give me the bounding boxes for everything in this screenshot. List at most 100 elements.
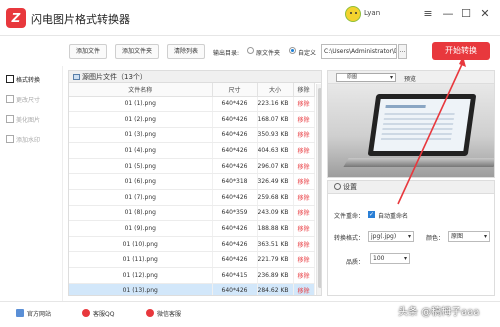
file-name-cell: 01 (4).png — [69, 142, 213, 159]
file-name-cell: 01 (5).png — [69, 158, 213, 175]
remove-link[interactable]: 移除 — [293, 251, 315, 269]
remove-link[interactable]: 移除 — [293, 111, 315, 128]
file-name-cell: 01 (13).png — [69, 283, 213, 295]
column-header[interactable]: 尺寸 — [212, 83, 258, 97]
sidebar-item-format-convert[interactable]: 格式转换 — [6, 74, 62, 88]
table-row[interactable]: 01 (6).png 640*318 326.49 KB 移除 — [69, 173, 315, 191]
preview-label: 预览 — [404, 76, 417, 83]
settings-title: 设置 — [343, 183, 357, 191]
auto-rename-label[interactable]: 自动重命名 — [378, 211, 408, 220]
custom-dir-label[interactable]: 自定义 — [298, 48, 316, 57]
remove-link[interactable]: 移除 — [293, 236, 315, 253]
preview-image — [328, 84, 494, 177]
hamburger-icon[interactable]: ≡ — [421, 7, 435, 21]
chevron-down-icon: ▾ — [403, 255, 407, 262]
file-size-cell: 350.93 KB — [257, 127, 294, 144]
file-list-title: 源图片文件（13个） — [82, 73, 147, 81]
remove-link[interactable]: 移除 — [293, 283, 315, 295]
remove-link[interactable]: 移除 — [293, 205, 315, 222]
remove-link[interactable]: 移除 — [293, 96, 315, 113]
user-name[interactable]: Lyan — [364, 9, 380, 17]
file-list-panel: 源图片文件（13个） 文件名称 尺寸 大小 移除 01 (1).png 640*4… — [68, 70, 322, 296]
format-label: 转换格式： — [334, 235, 365, 242]
remove-link[interactable]: 移除 — [293, 220, 315, 237]
table-row[interactable]: 01 (4).png 640*426 404.63 KB 移除 — [69, 142, 315, 159]
source-dir-label[interactable]: 原文件夹 — [256, 48, 280, 57]
chevron-down-icon: ▾ — [483, 233, 487, 240]
maximize-icon[interactable]: ☐ — [459, 7, 473, 21]
table-row[interactable]: 01 (3).png 640*426 350.93 KB 移除 — [69, 127, 315, 144]
table-row[interactable]: 01 (9).png 640*426 188.88 KB 移除 — [69, 220, 315, 237]
table-row[interactable]: 01 (7).png 640*426 259.68 KB 移除 — [69, 189, 315, 206]
add-file-button[interactable]: 添加文件 — [69, 44, 107, 59]
table-row[interactable]: 01 (1).png 640*426 223.16 KB 移除 — [69, 96, 315, 113]
sidebar-item-watermark[interactable]: 添加水印 — [6, 134, 62, 148]
website-link[interactable]: 官方网站 — [16, 309, 51, 318]
dimensions-cell: 640*359 — [212, 205, 258, 222]
file-name-cell: 01 (2).png — [69, 111, 213, 128]
table-row[interactable]: 01 (10).png 640*426 363.51 KB 移除 — [69, 236, 315, 253]
user-avatar[interactable] — [345, 6, 361, 22]
wechat-icon — [146, 309, 154, 317]
source-dir-radio[interactable] — [247, 47, 254, 54]
minimize-icon[interactable]: — — [441, 7, 455, 21]
close-icon[interactable]: ✕ — [478, 7, 492, 21]
scrollbar-thumb[interactable] — [318, 88, 321, 288]
remove-link[interactable]: 移除 — [293, 142, 315, 159]
clear-list-button[interactable]: 清除列表 — [167, 44, 205, 59]
output-path-input[interactable]: C:\Users\Administrator\De — [321, 44, 397, 59]
format-select[interactable]: jpg(.jpg) ▾ — [368, 231, 414, 242]
wechat-link[interactable]: 微信客服 — [146, 309, 181, 318]
remove-link[interactable]: 移除 — [293, 127, 315, 144]
file-name-cell: 01 (9).png — [69, 220, 213, 237]
dimensions-cell: 640*426 — [212, 142, 258, 159]
column-header[interactable]: 文件名称 — [69, 83, 213, 97]
column-header[interactable]: 大小 — [257, 83, 294, 97]
output-dir-label: 输出目录: — [213, 50, 240, 57]
dimensions-cell: 640*426 — [212, 251, 258, 269]
resize-icon — [6, 95, 14, 103]
quality-value: 100 — [373, 255, 385, 262]
file-size-cell: 168.07 KB — [257, 111, 294, 128]
dimensions-cell: 640*318 — [212, 173, 258, 191]
qq-icon — [82, 309, 90, 317]
watermark-text: 头条 @稿栂子aaa — [398, 307, 480, 318]
file-list-header: 源图片文件（13个） — [69, 71, 321, 83]
remove-link[interactable]: 移除 — [293, 189, 315, 206]
dimensions-cell: 640*426 — [212, 189, 258, 206]
table-row[interactable]: 01 (8).png 640*359 243.09 KB 移除 — [69, 205, 315, 222]
table-row[interactable]: 01 (2).png 640*426 168.07 KB 移除 — [69, 111, 315, 128]
dimensions-cell: 640*426 — [212, 111, 258, 128]
file-size-cell: 221.79 KB — [257, 251, 294, 269]
sidebar-item-label: 添加水印 — [16, 137, 41, 144]
file-size-cell: 363.51 KB — [257, 236, 294, 253]
file-name-cell: 01 (12).png — [69, 267, 213, 284]
add-folder-button[interactable]: 添加文件夹 — [115, 44, 159, 59]
preview-header: 原图 预览 — [328, 71, 494, 84]
color-select[interactable]: 原图 ▾ — [448, 231, 490, 242]
quality-label: 品质： — [346, 259, 365, 266]
auto-rename-checkbox[interactable]: ✓ — [368, 211, 375, 218]
remove-link[interactable]: 移除 — [293, 173, 315, 191]
custom-dir-radio[interactable] — [289, 47, 296, 54]
column-header[interactable]: 移除 — [293, 83, 315, 97]
table-row[interactable]: 01 (12).png 640*415 236.89 KB 移除 — [69, 267, 315, 284]
start-convert-button[interactable]: 开始转换 — [432, 42, 490, 60]
quality-select[interactable]: 100 ▾ — [370, 253, 410, 264]
remove-link[interactable]: 移除 — [293, 267, 315, 284]
file-name-cell: 01 (8).png — [69, 205, 213, 222]
sidebar-item-beautify[interactable]: 美化图片 — [6, 114, 62, 128]
sidebar-item-resize[interactable]: 更改尺寸 — [6, 94, 62, 108]
settings-panel: 设置 文件重命： ✓ 自动重命名 转换格式： jpg(.jpg) ▾ 颜色： 原图… — [327, 180, 495, 296]
file-table: 文件名称 尺寸 大小 移除 01 (1).png 640*426 223.16 KB… — [69, 83, 315, 295]
qq-link[interactable]: 客服QQ — [82, 309, 114, 318]
table-row[interactable]: 01 (11).png 640*426 221.79 KB 移除 — [69, 251, 315, 269]
browse-button[interactable]: ... — [398, 44, 407, 59]
file-size-cell: 236.89 KB — [257, 267, 294, 284]
color-value: 原图 — [451, 233, 464, 240]
preview-mode-select[interactable]: 原图 — [336, 73, 396, 82]
remove-link[interactable]: 移除 — [293, 158, 315, 175]
table-row[interactable]: 01 (13).png 640*426 284.62 KB 移除 — [69, 283, 315, 295]
vertical-scrollbar[interactable] — [316, 84, 321, 295]
table-row[interactable]: 01 (5).png 640*426 296.07 KB 移除 — [69, 158, 315, 175]
